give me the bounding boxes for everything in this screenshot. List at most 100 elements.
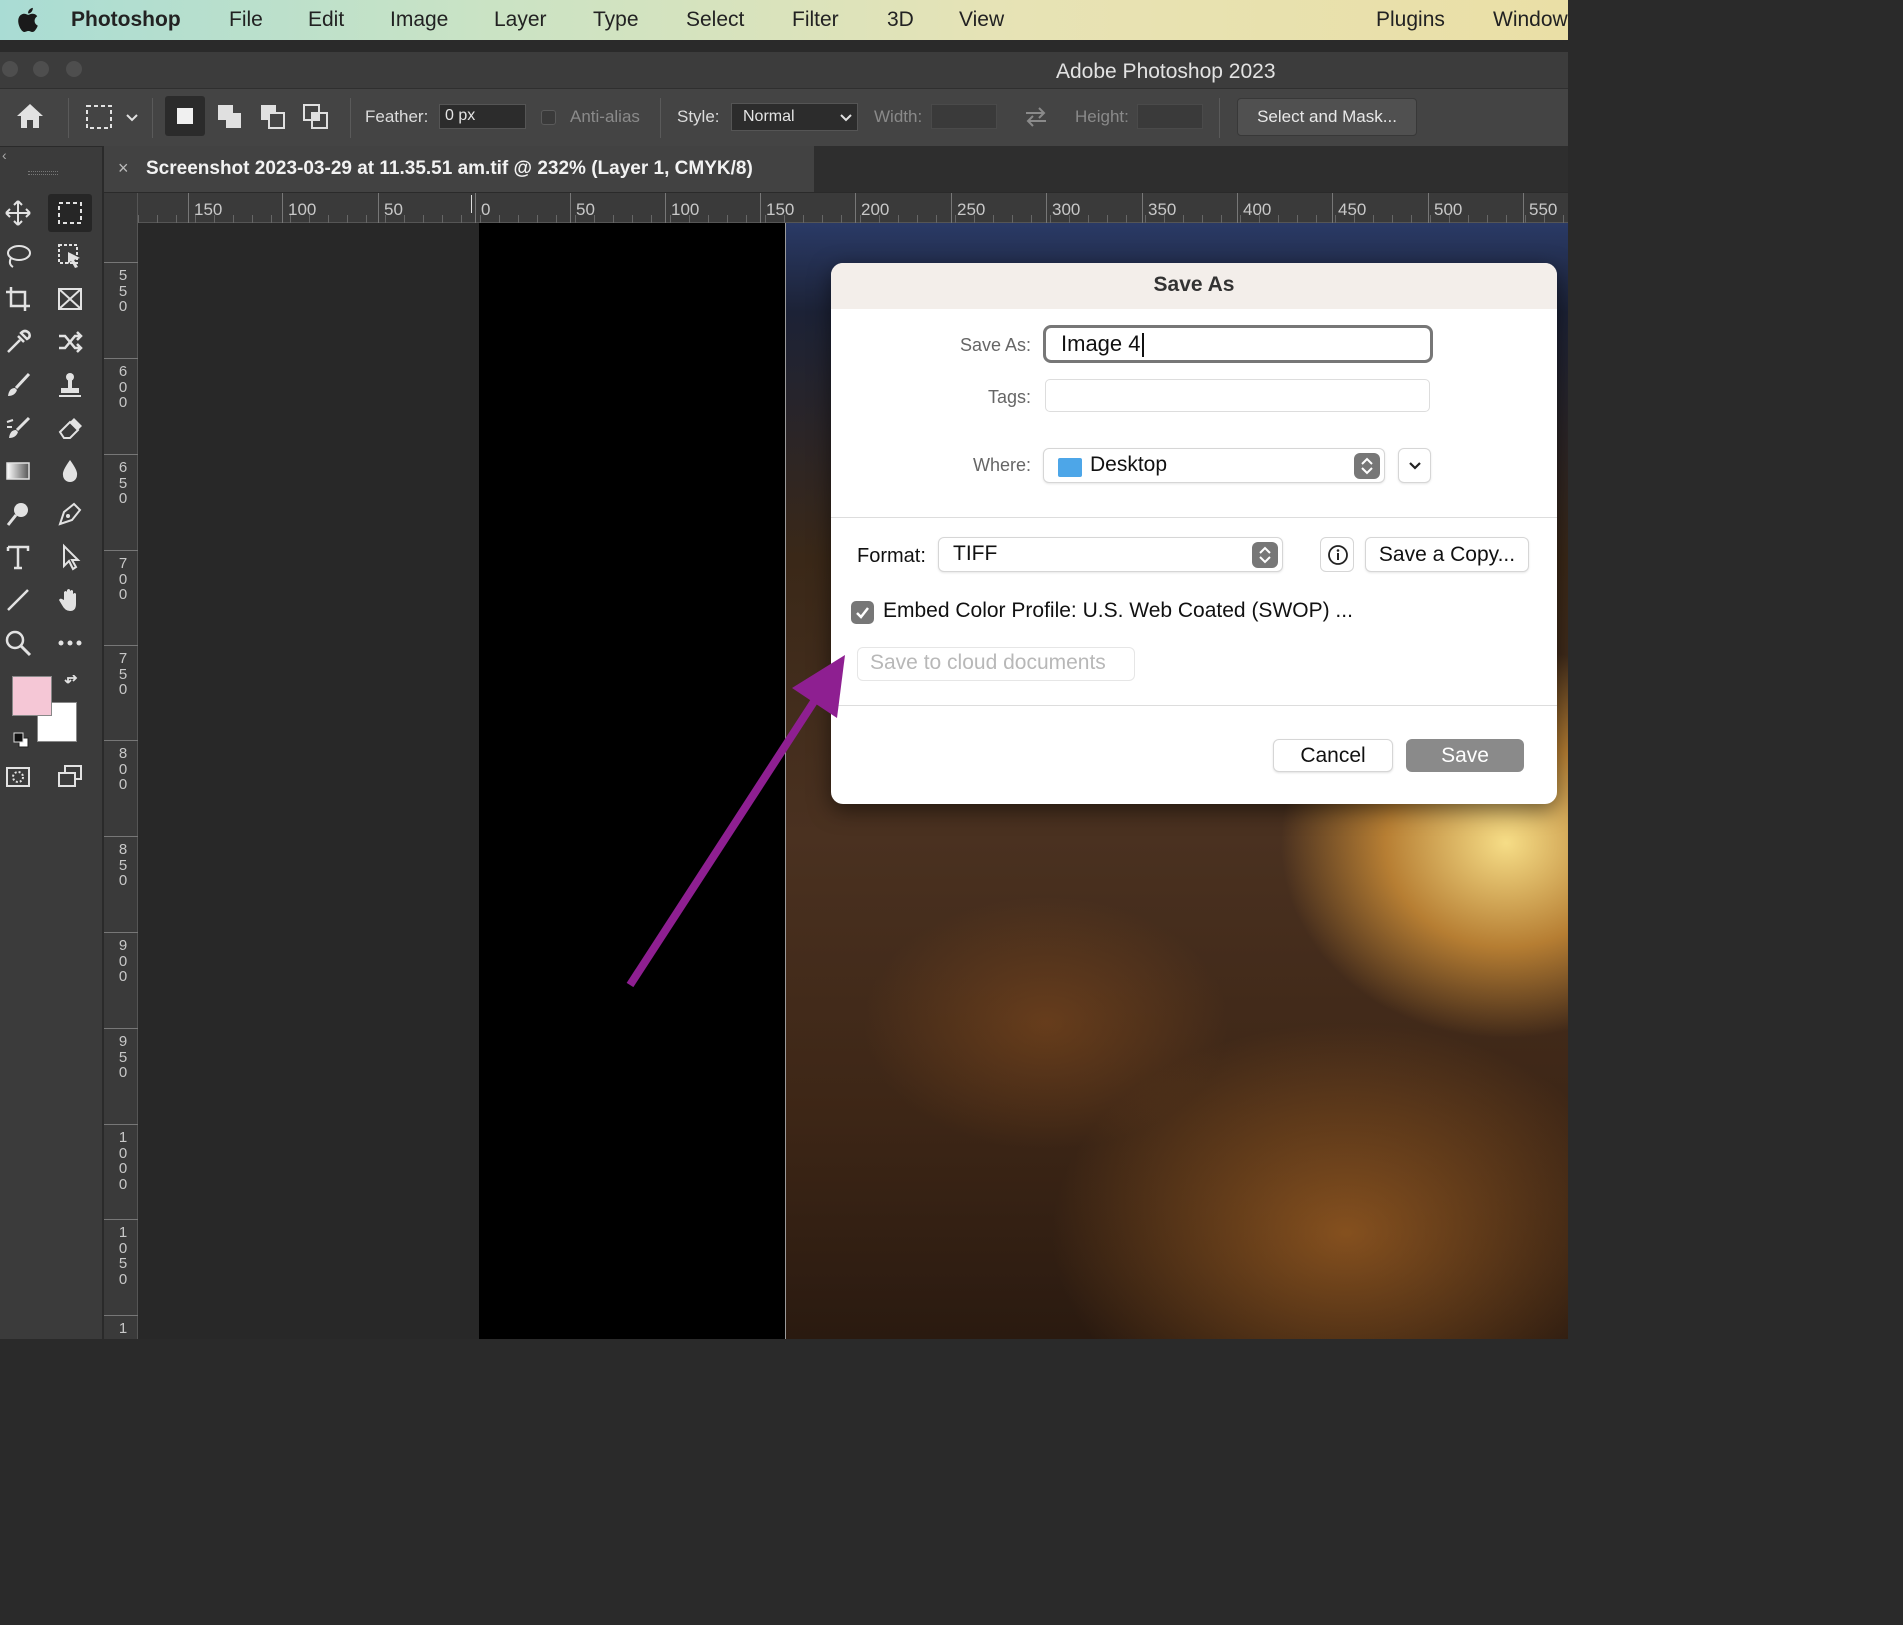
ruler-minor-tick — [613, 215, 614, 223]
blur-tool[interactable] — [48, 452, 92, 490]
menu-view[interactable]: View — [959, 8, 1004, 32]
ruler-minor-tick — [518, 215, 519, 223]
menu-3d[interactable]: 3D — [887, 8, 914, 32]
menu-photoshop[interactable]: Photoshop — [71, 8, 181, 32]
brush-tool[interactable] — [0, 366, 40, 404]
format-select[interactable]: TIFF — [938, 537, 1283, 572]
embed-color-profile-checkbox[interactable] — [851, 601, 874, 624]
ruler-minor-tick — [1525, 215, 1526, 223]
horizontal-ruler[interactable]: 150 100 50 0 50 100 150 200 250 300 350 400 450 500 55… — [138, 193, 1568, 223]
rectangular-marquee-tool[interactable] — [48, 194, 92, 232]
menu-plugins[interactable]: Plugins — [1376, 8, 1445, 32]
zoom-tool[interactable] — [0, 624, 40, 662]
ruler-tick — [1523, 193, 1524, 223]
ruler-minor-tick — [214, 215, 215, 223]
default-colors-icon[interactable] — [12, 731, 30, 749]
canvas-guide-line[interactable] — [785, 223, 786, 1339]
frame-tool[interactable] — [48, 280, 92, 318]
ruler-label: 1 — [118, 1320, 128, 1337]
menu-window[interactable]: Window — [1493, 8, 1568, 32]
menu-edit[interactable]: Edit — [308, 8, 344, 32]
save-to-cloud-button[interactable]: Save to cloud documents — [857, 647, 1135, 681]
ruler-label: 50 — [576, 200, 595, 219]
menu-filter[interactable]: Filter — [792, 8, 839, 32]
swap-colors-icon[interactable] — [64, 675, 82, 693]
add-selection-button[interactable] — [209, 96, 249, 136]
ruler-label: 900 — [118, 937, 128, 985]
cancel-button[interactable]: Cancel — [1273, 739, 1393, 772]
panel-grip[interactable] — [28, 171, 58, 175]
intersect-selection-icon — [303, 104, 328, 129]
ruler-tick — [951, 193, 952, 223]
menu-image[interactable]: Image — [390, 8, 448, 32]
collapse-panel-icon[interactable]: ‹ — [2, 147, 7, 163]
close-tab-icon[interactable]: × — [118, 158, 129, 179]
ruler-minor-tick — [1031, 215, 1032, 223]
foreground-color-swatch[interactable] — [12, 676, 52, 716]
new-selection-button[interactable] — [165, 96, 205, 136]
content-aware-move-tool[interactable] — [48, 323, 92, 361]
subtract-selection-button[interactable] — [252, 96, 292, 136]
zoom-window-button[interactable] — [66, 61, 82, 77]
intersect-selection-button[interactable] — [295, 96, 335, 136]
history-brush-tool[interactable] — [0, 409, 40, 447]
marquee-preset-icon[interactable] — [84, 103, 114, 131]
where-select[interactable]: Desktop — [1043, 448, 1385, 483]
dodge-tool[interactable] — [0, 495, 40, 533]
ruler-minor-tick — [670, 215, 671, 223]
marquee-icon — [58, 202, 82, 224]
eraser-tool[interactable] — [48, 409, 92, 447]
options-separator — [152, 98, 153, 138]
text-cursor — [1141, 333, 1144, 358]
hand-tool[interactable] — [48, 581, 92, 619]
width-input[interactable] — [931, 104, 997, 129]
style-select[interactable]: Normal — [731, 103, 858, 131]
home-icon[interactable] — [14, 101, 46, 131]
type-tool[interactable] — [0, 538, 40, 576]
options-separator — [350, 98, 351, 138]
menu-select[interactable]: Select — [686, 8, 744, 32]
expand-dialog-button[interactable] — [1398, 448, 1431, 483]
screen-mode-button[interactable] — [48, 758, 92, 796]
format-info-button[interactable] — [1320, 537, 1354, 572]
ruler-minor-tick — [290, 215, 291, 223]
gradient-tool[interactable] — [0, 452, 40, 490]
ruler-minor-tick — [138, 215, 139, 223]
select-and-mask-button[interactable]: Select and Mask... — [1237, 98, 1417, 136]
apple-icon[interactable] — [14, 6, 40, 34]
save-button[interactable]: Save — [1406, 739, 1524, 772]
menu-file[interactable]: File — [229, 8, 263, 32]
height-input[interactable] — [1137, 104, 1203, 129]
menu-layer[interactable]: Layer — [494, 8, 547, 32]
ruler-label: 800 — [118, 745, 128, 793]
ruler-tick — [1237, 193, 1238, 223]
chevron-down-icon[interactable] — [124, 110, 140, 126]
ruler-minor-tick — [746, 215, 747, 223]
ruler-minor-tick — [556, 215, 557, 223]
ruler-label: 600 — [118, 363, 128, 411]
eyedropper-tool[interactable] — [0, 323, 40, 361]
tags-input[interactable] — [1045, 379, 1430, 412]
line-tool[interactable] — [0, 581, 40, 619]
pen-tool[interactable] — [48, 495, 92, 533]
more-tools[interactable] — [48, 624, 92, 662]
path-selection-tool[interactable] — [48, 538, 92, 576]
ruler-label: 950 — [118, 1033, 128, 1081]
format-label: Format: — [857, 545, 926, 567]
minimize-window-button[interactable] — [33, 61, 49, 77]
clone-stamp-tool[interactable] — [48, 366, 92, 404]
swap-icon[interactable] — [1022, 104, 1050, 130]
crop-tool[interactable] — [0, 280, 40, 318]
close-window-button[interactable] — [2, 61, 18, 77]
object-selection-tool[interactable] — [48, 237, 92, 275]
move-tool[interactable] — [0, 194, 40, 232]
feather-input[interactable]: 0 px — [439, 104, 526, 129]
save-as-filename-input[interactable]: Image 4 — [1043, 325, 1433, 363]
menu-type[interactable]: Type — [593, 8, 639, 32]
quick-mask-button[interactable] — [0, 758, 40, 796]
save-a-copy-button[interactable]: Save a Copy... — [1365, 537, 1529, 572]
lasso-tool[interactable] — [0, 237, 40, 275]
ruler-minor-tick — [1487, 215, 1488, 223]
antialias-checkbox[interactable] — [541, 110, 556, 125]
ruler-minor-tick — [708, 215, 709, 223]
